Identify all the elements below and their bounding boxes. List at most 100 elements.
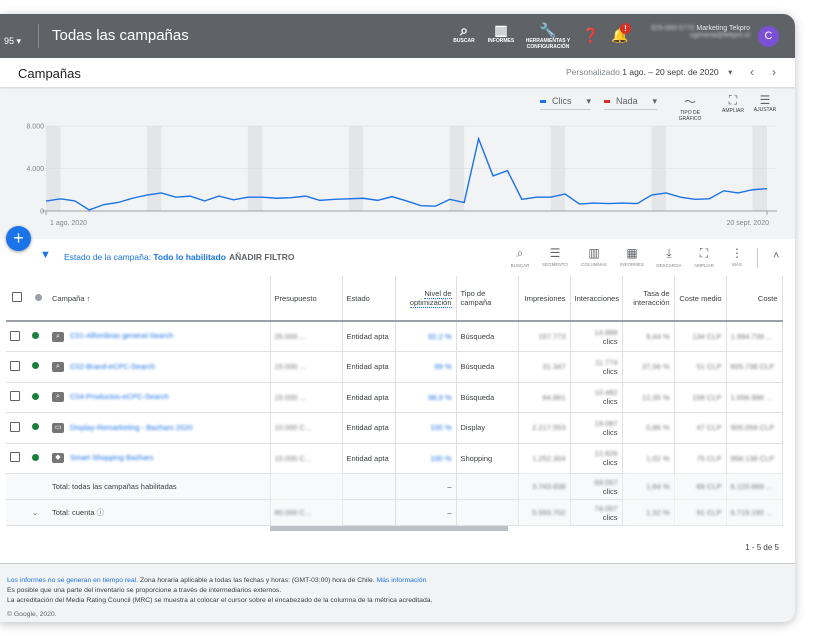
campaign-name-link[interactable]: Smart Shopping Bazhars	[70, 453, 153, 462]
download-button[interactable]: ⤓ DESCARGA	[655, 246, 683, 268]
search-icon: ⌕	[52, 331, 64, 342]
date-range-picker[interactable]: Personalizado 1 ago. – 20 sept. de 2020 …	[566, 67, 732, 78]
col-campaign[interactable]: Campaña ↑	[48, 276, 271, 322]
next-period-button[interactable]: ›	[772, 65, 776, 79]
row-checkbox[interactable]	[6, 412, 28, 444]
tool-label: INFORMES	[620, 262, 644, 267]
status-dot	[28, 412, 48, 444]
phone: 929-069-5770	[650, 25, 695, 32]
row-checkbox[interactable]	[6, 321, 28, 352]
avatar[interactable]: C	[758, 26, 779, 47]
status-cell: Entidad apta	[342, 351, 396, 383]
table-row: ▭ Display-Remarketing - Bazhars 2020 10.0…	[6, 412, 783, 444]
optimization-value: 98,9 %	[428, 392, 452, 402]
campaign-name-link[interactable]: Display-Remarketing - Bazhars 2020	[70, 423, 193, 432]
optimization-value: 92,2 %	[428, 332, 452, 341]
col-avg-cost[interactable]: Coste medio	[674, 276, 727, 322]
add-filter-button[interactable]: AÑADIR FILTRO	[229, 252, 294, 262]
tool-label: SEGMENTO	[542, 262, 568, 267]
status-cell: Entidad apta	[342, 321, 396, 352]
row-checkbox[interactable]	[6, 351, 28, 383]
campaign-cell[interactable]: ⌕ C04-Productos-eCPC-Search	[48, 382, 271, 413]
expand-chevron-icon[interactable]: ⌄	[28, 499, 48, 526]
col-budget[interactable]: Presupuesto	[270, 276, 343, 322]
type-cell: Búsqueda	[456, 382, 519, 413]
realtime-link[interactable]: Los informes no se generan en tiempo rea…	[7, 577, 138, 584]
campaign-cell[interactable]: ◆ Smart Shopping Bazhars	[48, 443, 271, 474]
row-checkbox[interactable]	[6, 443, 28, 474]
performance-chart: Clics ▾ Nada ▾ 〜 TIPO DE GRÁFICO ⛶ AMPLIAR…	[0, 89, 795, 239]
spacer	[28, 473, 48, 500]
horizontal-scrollbar[interactable]	[270, 526, 508, 531]
rate-cell: 0,86 %	[622, 412, 675, 444]
help-icon[interactable]: ⓘ	[97, 508, 105, 517]
campaign-cell[interactable]: ⌕ C01-Alfombras general-Search	[48, 321, 271, 352]
total-type	[456, 473, 519, 500]
col-interactions[interactable]: Interacciones	[570, 276, 623, 322]
columns-button[interactable]: ▥ COLUMNAS	[580, 246, 608, 267]
total-rate: 1,32 %	[622, 499, 675, 526]
table-expand-button[interactable]: ⛶ AMPLIAR	[690, 246, 718, 268]
col-cost[interactable]: Coste	[726, 276, 783, 322]
more-button[interactable]: ⋮ MÁS	[723, 246, 751, 267]
col-campaign-type[interactable]: Tipo de campaña	[456, 276, 519, 322]
email: cgimena@tekpro.cl	[689, 32, 750, 39]
col-impressions[interactable]: Impresiones	[518, 276, 571, 322]
filter-icon: ▼	[40, 249, 51, 261]
prev-period-button[interactable]: ‹	[750, 65, 754, 79]
reports-label: INFORMES	[487, 38, 515, 44]
campaign-status-filter[interactable]: Estado de la campaña: Todo lo habilitado	[64, 252, 226, 262]
campaign-cell[interactable]: ▭ Display-Remarketing - Bazhars 2020	[48, 412, 271, 444]
optimization-cell[interactable]: 98,9 %	[395, 382, 457, 413]
budget-cell[interactable]: 15.000 ...	[270, 351, 343, 383]
help-button[interactable]: ❓	[582, 27, 599, 43]
status-cell: Entidad apta	[342, 382, 396, 413]
budget-cell[interactable]: 10.000 C...	[270, 412, 343, 444]
select-all-checkbox[interactable]	[6, 276, 28, 322]
budget-cell[interactable]: 15.000 ...	[270, 382, 343, 413]
tools-button[interactable]: 🔧 HERRAMIENTAS Y CONFIGURACIÓN	[525, 22, 571, 50]
row-checkbox[interactable]	[6, 382, 28, 413]
footer: Los informes no se generan en tiempo rea…	[0, 563, 795, 622]
campaign-cell[interactable]: ⌕ C02-Brand-eCPC-Search	[48, 351, 271, 383]
impressions-cell: 1.252.304	[518, 443, 571, 474]
account-switcher[interactable]: 95 ▾	[4, 36, 21, 47]
budget-cell[interactable]: 15.000 C...	[270, 443, 343, 474]
status-header	[28, 276, 48, 322]
budget-cell[interactable]: 25.000 ...	[270, 321, 343, 352]
cost-cell: 605.738 CLP	[726, 351, 783, 383]
wrench-icon: 🔧	[539, 22, 557, 38]
interactions-cell: 14.888 clics	[570, 321, 623, 352]
reports-button[interactable]: ▥ INFORMES	[486, 22, 516, 44]
campaign-name-link[interactable]: C02-Brand-eCPC-Search	[70, 362, 155, 371]
segment-button[interactable]: ☰ SEGMENTO	[541, 246, 569, 267]
col-interaction-rate[interactable]: Tasa de interacción	[622, 276, 675, 322]
total-interactions: 69.057 clics	[570, 473, 623, 500]
table-reports-button[interactable]: ▦ INFORMES	[618, 246, 646, 267]
optimization-cell[interactable]: 100 %	[395, 412, 457, 444]
account-info[interactable]: 929-069-5770 Marketing Tekpro cgimena@tek…	[640, 25, 750, 39]
campaign-name-link[interactable]: C01-Alfombras general-Search	[70, 331, 173, 340]
table-search-button[interactable]: ⌕ BUSCAR	[506, 246, 534, 268]
col-optimization[interactable]: Nivel de optimización	[395, 276, 457, 322]
optimization-cell[interactable]: 99 %	[395, 351, 457, 383]
filter-label: Estado de la campaña:	[64, 252, 151, 262]
more-info-link[interactable]: Más información	[377, 577, 427, 584]
cost-cell: 1.656.996 ...	[726, 382, 783, 413]
total-cost: 6.719.190 ...	[726, 499, 783, 526]
tool-label: DESCARGA	[656, 263, 682, 268]
interactions-cell: 12.826 clics	[570, 443, 623, 474]
optimization-cell[interactable]: 92,2 %	[395, 321, 457, 352]
account-name: Marketing Tekpro	[696, 25, 750, 32]
total-impressions: 5.593.702	[518, 499, 571, 526]
total-row: Total: todas las campañas habilitadas – …	[6, 473, 783, 500]
total-impressions: 3.743.838	[518, 473, 571, 500]
collapse-chevron-icon[interactable]: ˄	[773, 250, 779, 262]
total-optimization: –	[395, 499, 457, 526]
cost-cell: 905.058 CLP	[726, 412, 783, 444]
col-status[interactable]: Estado	[342, 276, 396, 322]
optimization-cell[interactable]: 100 %	[395, 443, 457, 474]
search-button[interactable]: ⌕ BUSCAR	[450, 22, 478, 44]
x-tick-label: 20 sept. 2020	[727, 220, 770, 227]
campaign-name-link[interactable]: C04-Productos-eCPC-Search	[70, 392, 169, 401]
